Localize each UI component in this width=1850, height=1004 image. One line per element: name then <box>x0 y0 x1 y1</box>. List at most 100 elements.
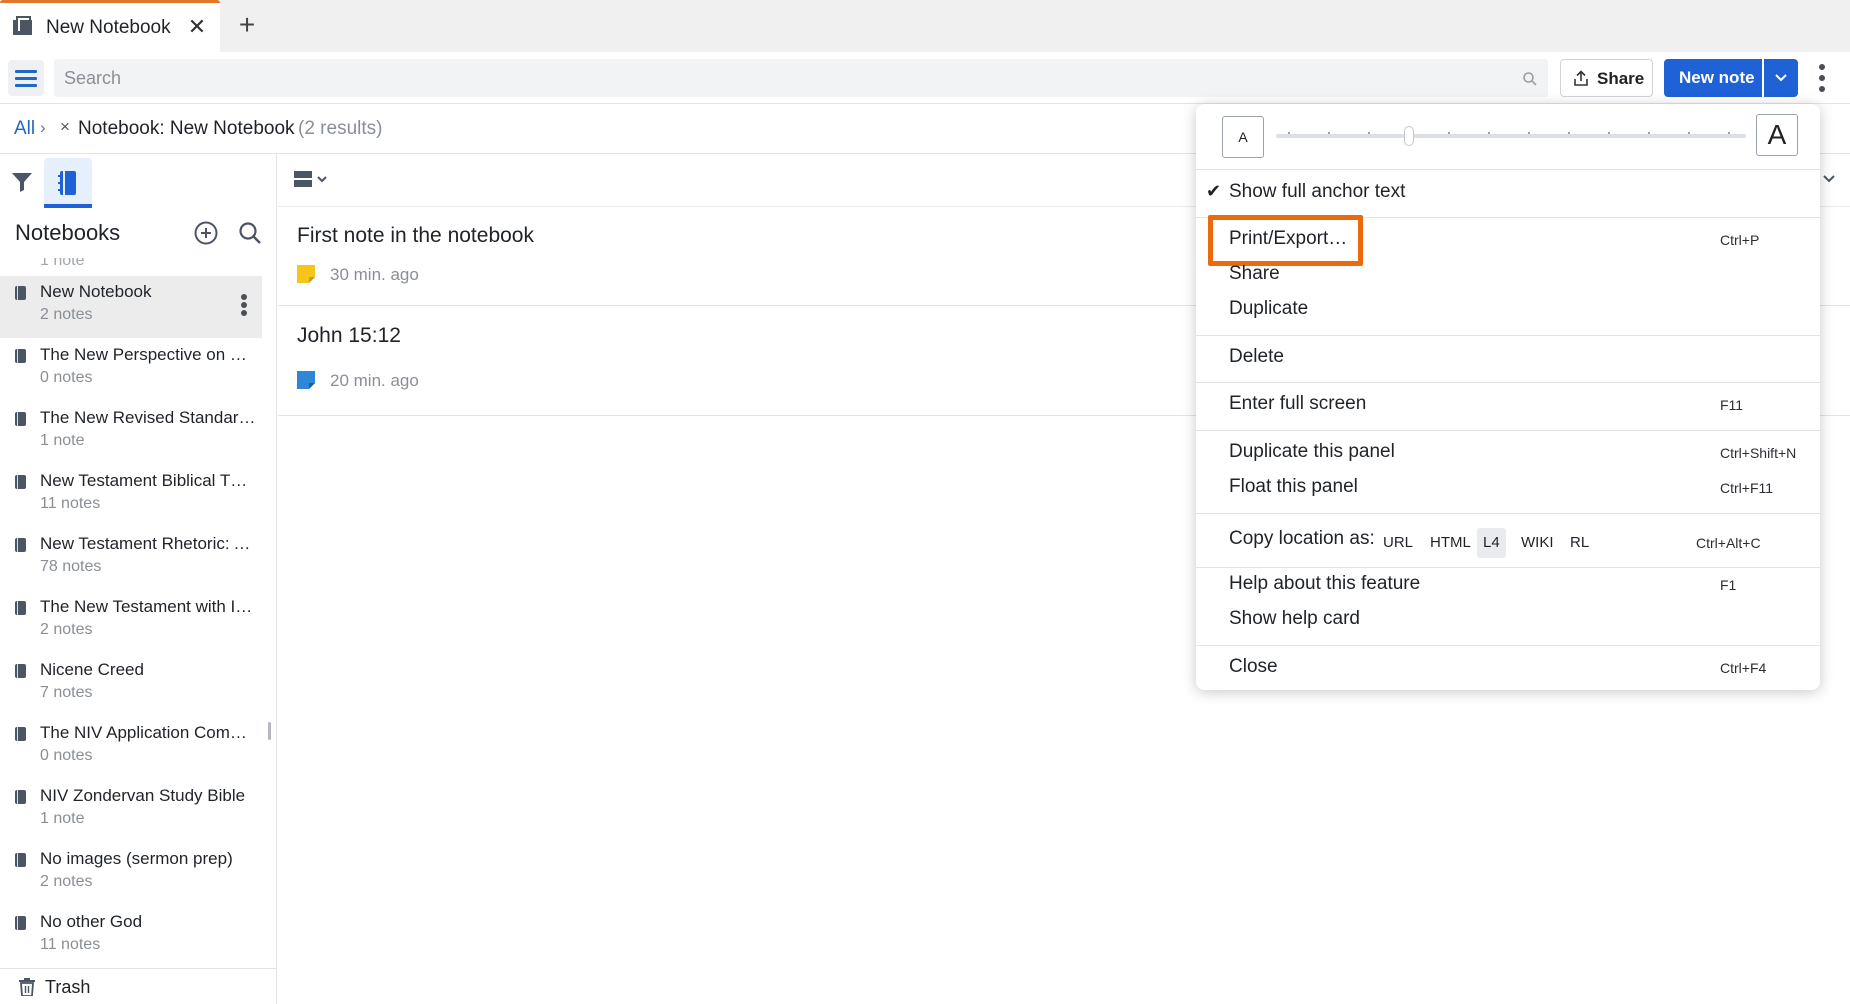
view-mode-icon[interactable] <box>294 168 334 194</box>
notebook-item[interactable]: No images (sermon prep) 2 notes <box>0 843 262 905</box>
chevron-down-icon[interactable] <box>1822 174 1836 184</box>
notebook-count: 1 note <box>40 810 85 827</box>
notebook-item[interactable]: New Testament Biblical Theology 11 notes <box>0 465 262 527</box>
more-options-icon[interactable] <box>1810 62 1834 94</box>
notebook-icon <box>15 790 26 804</box>
notebook-icon <box>15 349 26 363</box>
tab-new-notebook[interactable]: New Notebook ✕ <box>0 0 220 52</box>
add-notebook-icon[interactable] <box>193 220 219 246</box>
notebook-count: 78 notes <box>40 558 102 575</box>
menu-separator <box>1196 169 1820 170</box>
copy-format-rl[interactable]: RL <box>1564 528 1595 558</box>
menu-separator <box>1196 335 1820 336</box>
notebook-icon <box>15 601 26 615</box>
notebook-count: 2 notes <box>40 621 93 638</box>
notebook-item[interactable]: New Testament Rhetoric: An Introduction … <box>0 528 262 590</box>
highlight-box <box>1208 215 1363 266</box>
menu-separator <box>1196 513 1820 514</box>
notebooks-heading: Notebooks <box>15 220 121 245</box>
notebook-item[interactable]: Nicene Creed 7 notes <box>0 654 262 716</box>
notebook-icon <box>15 475 26 489</box>
notebook-stack-icon <box>13 16 32 35</box>
tab-bar: New Notebook ✕ + <box>0 0 1850 52</box>
menu-item-help[interactable]: Help about this feature <box>1229 573 1420 595</box>
filter-icon[interactable] <box>10 170 34 194</box>
panel-menu: A A ✔ Show full anchor text Print/Export… <box>1196 104 1820 690</box>
notebook-item[interactable]: The NIV Application Commentary 0 notes <box>0 717 262 779</box>
notebook-item[interactable]: NIV Zondervan Study Bible 1 note <box>0 780 262 842</box>
upload-share-icon <box>1574 70 1588 86</box>
notebook-title: The New Perspective on Paul <box>40 345 256 364</box>
slider-tick <box>1328 132 1330 134</box>
menu-item-duplicate-panel[interactable]: Duplicate this panel <box>1229 441 1395 463</box>
menu-separator <box>1196 645 1820 646</box>
font-size-increase-button[interactable]: A <box>1756 114 1798 156</box>
new-note-button[interactable]: New note <box>1664 59 1762 97</box>
note-title: John 15:12 <box>297 324 401 347</box>
notebook-count: 11 notes <box>40 495 101 512</box>
menu-item-enter-full-screen[interactable]: Enter full screen <box>1229 393 1366 415</box>
remove-filter-icon[interactable]: × <box>60 117 70 137</box>
copy-format-url[interactable]: URL <box>1377 528 1419 558</box>
notebook-title: New Testament Biblical Theology <box>40 471 256 490</box>
share-button[interactable]: Share <box>1560 59 1653 97</box>
breadcrumb-all-link[interactable]: All <box>14 118 35 140</box>
toolbar: Search Share New note <box>0 52 1850 104</box>
menu-item-show-help-card[interactable]: Show help card <box>1229 608 1360 630</box>
notebook-item[interactable]: The New Revised Standard Version 1 note <box>0 402 262 464</box>
slider-tick <box>1688 132 1690 134</box>
note-time: 30 min. ago <box>330 265 419 284</box>
note-time: 20 min. ago <box>330 371 419 390</box>
font-size-slider-thumb[interactable] <box>1404 126 1414 146</box>
new-note-label: New note <box>1679 68 1755 87</box>
slider-tick <box>1608 132 1610 134</box>
notebook-title: No images (sermon prep) <box>40 849 233 868</box>
slider-tick <box>1488 132 1490 134</box>
menu-separator <box>1196 430 1820 431</box>
font-size-slider[interactable] <box>1276 134 1746 138</box>
copy-location-label: Copy location as: <box>1229 528 1375 549</box>
sidebar-scrollbar[interactable] <box>268 722 271 740</box>
result-count: (2 results) <box>298 118 383 139</box>
notebook-title: New Testament Rhetoric: An Introduction <box>40 534 256 553</box>
notebook-item[interactable]: New Notebook 2 notes <box>0 276 262 338</box>
notebook-count: 7 notes <box>40 684 93 701</box>
copy-format-html[interactable]: HTML <box>1424 528 1477 558</box>
notebook-item[interactable]: The New Testament with Introductions 2 n… <box>0 591 262 653</box>
copy-format-wiki[interactable]: WIKI <box>1515 528 1560 558</box>
menu-item-delete[interactable]: Delete <box>1229 346 1284 368</box>
notebook-options-icon[interactable] <box>232 288 256 318</box>
sidebar: Notebooks 1 note New Notebook 2 notes Th… <box>0 154 277 1004</box>
search-notebooks-icon[interactable] <box>237 220 263 246</box>
slider-tick <box>1448 132 1450 134</box>
menu-item-float-panel[interactable]: Float this panel <box>1229 476 1358 498</box>
notebook-title: New Notebook <box>40 282 152 301</box>
notebook-icon <box>15 286 26 300</box>
shortcut-help: F1 <box>1720 577 1737 593</box>
note-title: First note in the notebook <box>297 224 534 247</box>
notebook-title: Nicene Creed <box>40 660 144 679</box>
hamburger-menu-icon[interactable] <box>8 60 44 96</box>
menu-item-duplicate[interactable]: Duplicate <box>1229 298 1308 320</box>
shortcut-full-screen: F11 <box>1720 397 1744 413</box>
chevron-down-icon <box>1775 74 1787 82</box>
notebook-item[interactable]: No other God 11 notes <box>0 906 262 968</box>
notebook-item[interactable]: The New Perspective on Paul 0 notes <box>0 339 262 401</box>
search-input[interactable]: Search <box>54 59 1548 97</box>
notebook-icon <box>15 664 26 678</box>
menu-separator <box>1196 382 1820 383</box>
notebooks-tab[interactable] <box>44 158 92 208</box>
menu-item-close[interactable]: Close <box>1229 656 1278 678</box>
font-size-decrease-button[interactable]: A <box>1222 116 1264 158</box>
tab-close-icon[interactable]: ✕ <box>186 13 208 41</box>
shortcut-copy-location: Ctrl+Alt+C <box>1696 535 1761 551</box>
new-note-dropdown[interactable] <box>1764 59 1798 97</box>
menu-item-share[interactable]: Share <box>1229 263 1280 285</box>
menu-separator <box>1196 567 1820 568</box>
share-label: Share <box>1597 69 1645 88</box>
menu-item-show-full-anchor-text[interactable]: Show full anchor text <box>1229 181 1405 203</box>
trash-item[interactable]: Trash <box>0 968 276 1004</box>
copy-format-l4[interactable]: L4 <box>1477 528 1506 558</box>
add-tab-icon[interactable]: + <box>232 8 262 42</box>
notebook-title: No other God <box>40 912 143 931</box>
